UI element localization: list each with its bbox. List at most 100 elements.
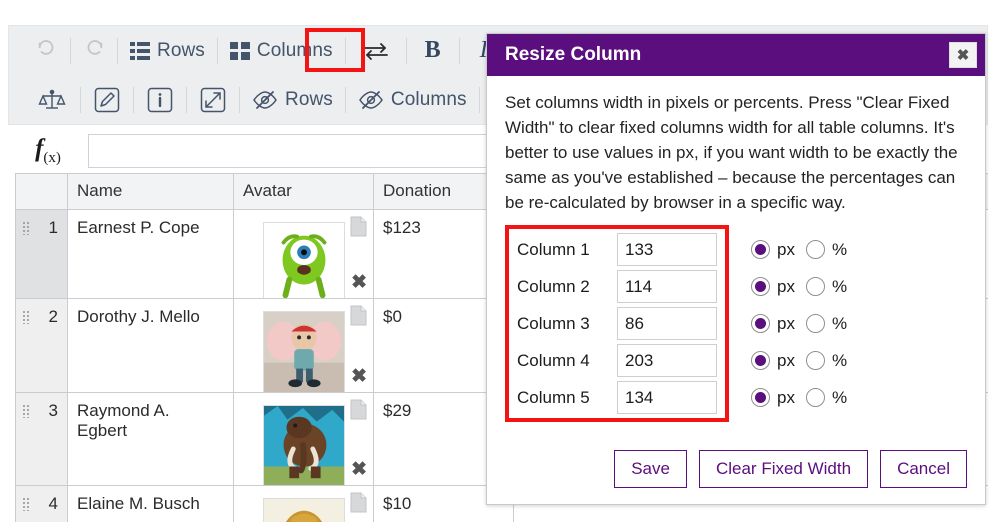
toolbar-divider (133, 86, 134, 113)
units-row-2: px % (751, 268, 851, 305)
rows-icon (130, 41, 150, 60)
hide-columns-label: Columns (390, 88, 467, 110)
close-icon[interactable]: ✖ (949, 42, 977, 68)
cell-name[interactable]: Earnest P. Cope (68, 210, 234, 299)
resize-button[interactable] (188, 79, 238, 121)
column-4-unit-px-radio[interactable] (751, 351, 770, 370)
cancel-button[interactable]: Cancel (880, 449, 967, 488)
cell-avatar[interactable]: ✖ (234, 393, 374, 486)
toolbar-divider (344, 37, 346, 64)
info-button[interactable] (135, 79, 185, 121)
units-group: px % px % px % px % px % (729, 225, 851, 416)
bold-button[interactable]: B (408, 30, 458, 72)
columns-inputs-group: Column 1 Column 2 Column 3 Column 4 (505, 225, 729, 422)
column-row-3: Column 3 (517, 305, 717, 342)
toolbar-divider (405, 37, 407, 64)
row-number: 2 (48, 307, 58, 326)
file-icon[interactable] (350, 305, 367, 331)
rows-button[interactable]: Rows (119, 30, 216, 72)
column-5-unit-px-label: px (777, 387, 795, 407)
file-icon[interactable] (350, 492, 367, 518)
column-1-width-input[interactable] (617, 233, 717, 266)
drag-grip-icon[interactable] (22, 404, 30, 418)
column-header-handle[interactable] (16, 174, 68, 210)
column-5-width-input[interactable] (617, 381, 717, 414)
toolbar-divider (344, 86, 346, 113)
toolbar-divider (80, 86, 81, 113)
balance-button[interactable] (25, 79, 79, 121)
delete-avatar-button[interactable]: ✖ (351, 365, 367, 388)
units-row-1: px % (751, 231, 851, 268)
toolbar-divider (478, 86, 480, 113)
clear-fixed-width-button[interactable]: Clear Fixed Width (698, 449, 869, 488)
file-icon[interactable] (350, 216, 367, 242)
cell-name[interactable]: Dorothy J. Mello (68, 299, 234, 393)
column-3-unit-px-label: px (777, 313, 795, 333)
scales-icon (38, 88, 66, 112)
redo-icon (83, 39, 105, 62)
cell-avatar[interactable]: ✖ (234, 299, 374, 393)
drag-grip-icon[interactable] (22, 497, 30, 511)
pencil-box-icon (94, 87, 120, 113)
column-2-width-input[interactable] (617, 270, 717, 303)
undo-button[interactable] (25, 30, 69, 72)
row-handle-1[interactable]: 1 (16, 210, 68, 299)
cell-name[interactable]: Raymond A. Egbert (68, 393, 234, 486)
column-2-unit-px-radio[interactable] (751, 277, 770, 296)
cell-avatar[interactable]: ✖ (234, 210, 374, 299)
toolbar-divider (117, 37, 118, 64)
swap-arrows-icon (363, 41, 389, 61)
toolbar-divider (216, 37, 218, 64)
cell-name[interactable]: Elaine M. Busch (68, 486, 234, 522)
column-5-unit-pct-radio[interactable] (805, 388, 825, 407)
column-4-width-input[interactable] (617, 344, 717, 377)
row-handle-3[interactable]: 3 (16, 393, 68, 486)
column-4-unit-pct-label: % (831, 350, 848, 370)
row-handle-2[interactable]: 2 (16, 299, 68, 393)
hide-columns-button[interactable]: Columns (347, 79, 478, 121)
column-5-label: Column 5 (517, 387, 590, 407)
column-2-label: Column 2 (517, 276, 590, 296)
column-4-unit-pct-radio[interactable] (805, 351, 825, 370)
drag-grip-icon[interactable] (22, 221, 30, 235)
column-4-label: Column 4 (517, 350, 590, 370)
swap-button[interactable] (347, 30, 405, 72)
info-box-icon (147, 87, 173, 113)
columns-section: Column 1 Column 2 Column 3 Column 4 (505, 225, 967, 422)
column-1-unit-px-label: px (777, 239, 795, 259)
delete-avatar-button[interactable]: ✖ (351, 271, 367, 294)
column-header-name[interactable]: Name (68, 174, 234, 210)
row-handle-4[interactable]: 4 (16, 486, 68, 522)
column-1-label: Column 1 (517, 239, 590, 259)
column-row-5: Column 5 (517, 379, 717, 416)
column-2-unit-pct-radio[interactable] (805, 277, 825, 296)
delete-avatar-button[interactable]: ✖ (351, 458, 367, 481)
save-button[interactable]: Save (614, 449, 687, 488)
resize-arrows-box-icon (200, 87, 226, 113)
toolbar-divider (239, 86, 240, 113)
redo-button[interactable] (72, 30, 116, 72)
column-row-4: Column 4 (517, 342, 717, 379)
edit-button[interactable] (82, 79, 132, 121)
column-row-2: Column 2 (517, 268, 717, 305)
toolbar-divider (70, 37, 71, 64)
units-row-3: px % (751, 305, 851, 342)
row-number: 3 (48, 401, 58, 420)
column-1-unit-pct-radio[interactable] (805, 240, 825, 259)
column-3-unit-px-radio[interactable] (751, 314, 770, 333)
cell-avatar[interactable] (234, 486, 374, 522)
file-icon[interactable] (350, 399, 367, 425)
column-5-unit-px-radio[interactable] (751, 388, 770, 407)
resize-column-dialog: Resize Column ✖ Set columns width in pix… (486, 33, 986, 505)
row-number: 4 (48, 494, 58, 513)
toolbar-divider (458, 37, 460, 64)
column-1-unit-pct-label: % (831, 239, 848, 259)
hide-rows-button[interactable]: Rows (241, 79, 344, 121)
column-3-unit-pct-radio[interactable] (805, 314, 825, 333)
column-row-1: Column 1 (517, 231, 717, 268)
column-3-width-input[interactable] (617, 307, 717, 340)
column-1-unit-px-radio[interactable] (751, 240, 770, 259)
column-header-avatar[interactable]: Avatar (234, 174, 374, 210)
columns-button[interactable]: Columns (219, 30, 344, 72)
drag-grip-icon[interactable] (22, 310, 30, 324)
